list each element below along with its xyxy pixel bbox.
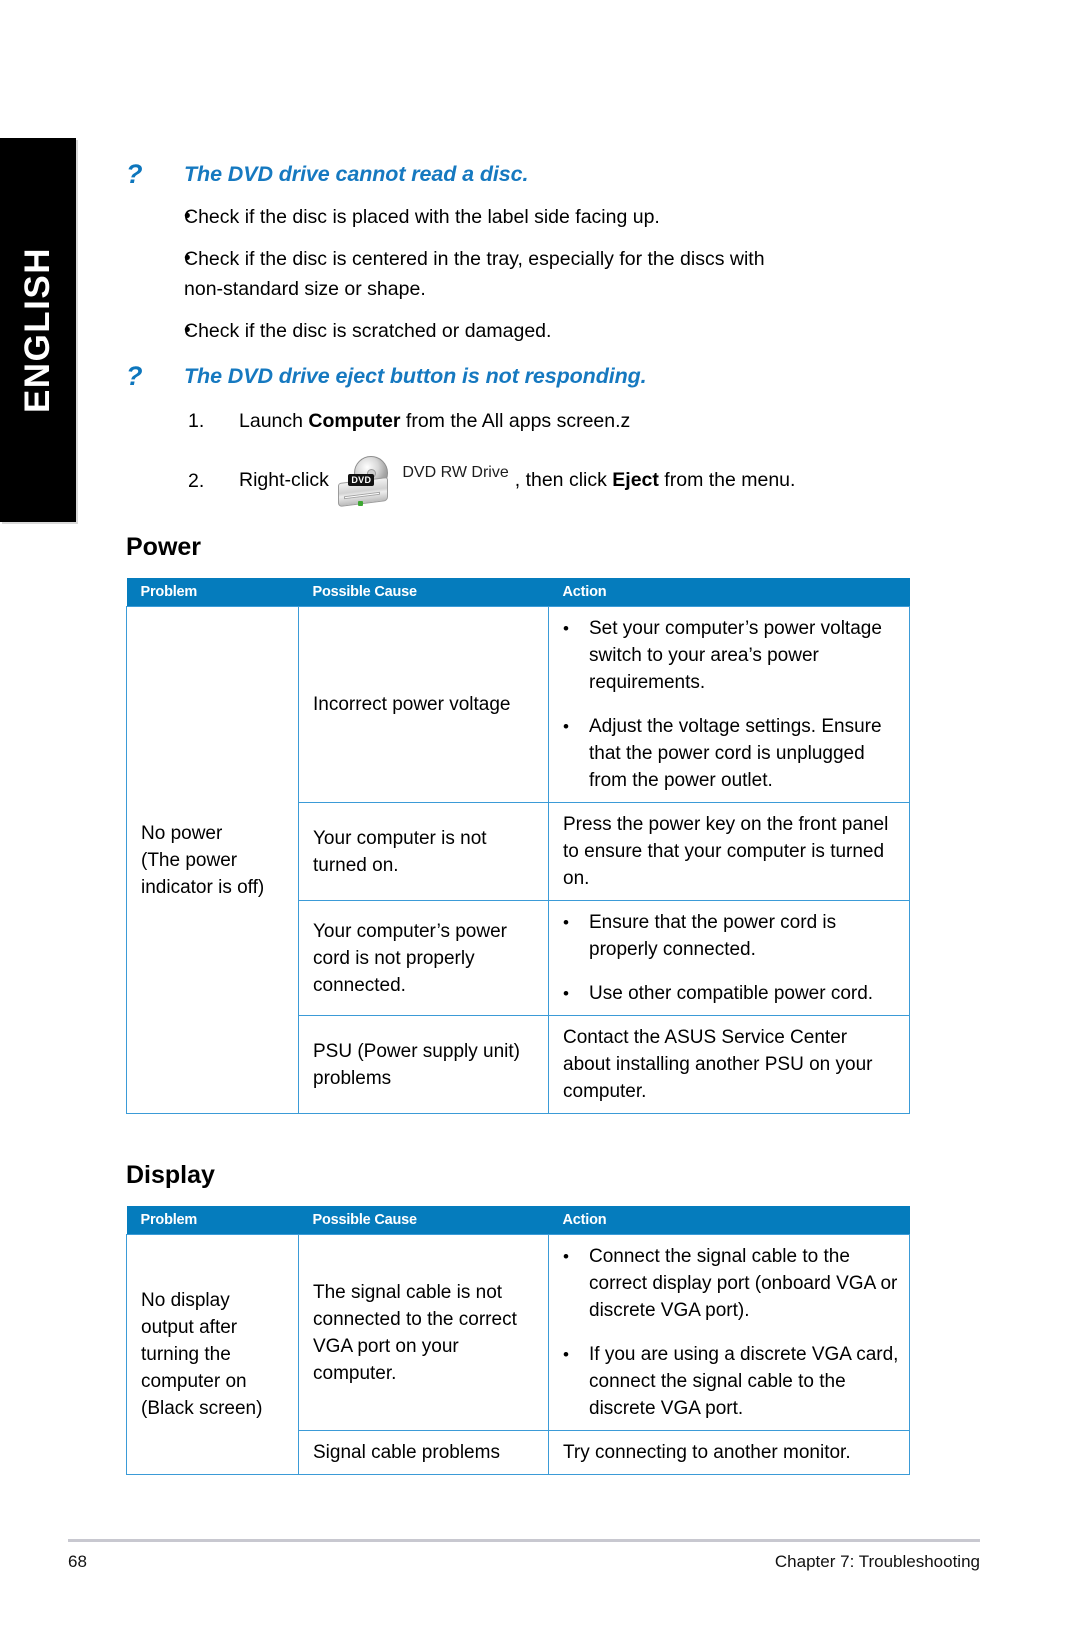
cell-cause: The signal cable is not connected to the… xyxy=(298,1234,549,1431)
column-header-problem: Problem xyxy=(126,1206,299,1235)
dvd-badge-label: DVD xyxy=(348,474,375,486)
bullet-icon: • xyxy=(563,619,569,638)
list-item-text: Ensure that the power cord is properly c… xyxy=(589,912,837,960)
column-header-action: Action xyxy=(548,1206,910,1235)
bullet-icon: • xyxy=(563,717,569,736)
cell-problem: No display output after turning the comp… xyxy=(126,1234,299,1475)
qa-step-list: 1. Launch Computer from the All apps scr… xyxy=(126,406,926,508)
qa-heading: ? The DVD drive cannot read a disc. xyxy=(126,160,926,188)
qa-title: The DVD drive eject button is not respon… xyxy=(184,364,647,388)
cell-action: • Set your computer’s power voltage switc… xyxy=(548,606,910,803)
dvd-rw-drive-icon: DVD xyxy=(336,456,398,508)
step-text-bold: Eject xyxy=(612,469,659,492)
list-item: 1. Launch Computer from the All apps scr… xyxy=(126,406,926,436)
cell-cause: Signal cable problems xyxy=(298,1430,549,1475)
cell-cause: Your computer’s power cord is not proper… xyxy=(298,900,549,1016)
step-text-before: Right-click xyxy=(239,469,335,492)
step-number: 1. xyxy=(188,410,205,432)
footer-divider xyxy=(68,1539,980,1542)
step-text: Right-click DVD DVD RW Drive, then click… xyxy=(239,456,796,508)
cell-action: Press the power key on the front panel t… xyxy=(548,802,910,901)
list-item-text: If you are using a discrete VGA card, co… xyxy=(589,1344,899,1419)
list-item: • Use other compatible power cord. xyxy=(563,980,899,1007)
table-header-row: Problem Possible Cause Action xyxy=(126,578,910,607)
bullet-icon: • xyxy=(184,320,191,341)
column-header-problem: Problem xyxy=(126,578,299,607)
language-tab-label: ENGLISH xyxy=(18,246,57,414)
drive-led-bottom xyxy=(358,501,364,506)
bullet-icon: • xyxy=(563,1247,569,1266)
cell-action: • Connect the signal cable to the correct… xyxy=(548,1234,910,1431)
step-text: Launch Computer from the All apps screen… xyxy=(239,406,630,436)
list-item-text: Set your computer’s power voltage switch… xyxy=(589,618,882,693)
list-item: 2. Right-click DVD DVD RW Drive, then cl… xyxy=(126,456,926,508)
bullet-icon: • xyxy=(184,248,191,269)
list-item: • Check if the disc is placed with the l… xyxy=(126,202,926,232)
step-text-after: from the All apps screen.z xyxy=(400,410,631,432)
cell-cause: Incorrect power voltage xyxy=(298,606,549,803)
question-mark-icon: ? xyxy=(126,159,143,189)
list-item: • Check if the disc is centered in the t… xyxy=(126,244,926,304)
cell-cause: Your computer is not turned on. xyxy=(298,802,549,901)
qa-block-dvd-read: ? The DVD drive cannot read a disc. • Ch… xyxy=(126,160,926,346)
list-item: • Check if the disc is scratched or dama… xyxy=(126,316,926,346)
table-row: No power (The power indicator is off) In… xyxy=(126,606,910,1114)
power-troubleshooting-table: Problem Possible Cause Action No power (… xyxy=(126,578,910,1114)
question-mark-icon: ? xyxy=(126,361,143,391)
list-item-text: Check if the disc is centered in the tra… xyxy=(184,248,765,300)
cell-action: Try connecting to another monitor. xyxy=(548,1430,910,1475)
action-bullet-list: • Ensure that the power cord is properly … xyxy=(563,909,899,1007)
list-item-text: Check if the disc is scratched or damage… xyxy=(184,320,552,342)
qa-bullet-list: • Check if the disc is placed with the l… xyxy=(126,202,926,346)
step-number: 2. xyxy=(188,470,205,492)
step-text-bold: Computer xyxy=(308,410,401,432)
column-header-possible-cause: Possible Cause xyxy=(298,1206,549,1235)
action-bullet-list: • Connect the signal cable to the correct… xyxy=(563,1243,899,1422)
list-item-text: Adjust the voltage settings. Ensure that… xyxy=(589,716,882,791)
cell-action: Contact the ASUS Service Center about in… xyxy=(548,1015,910,1114)
table-header-row: Problem Possible Cause Action xyxy=(126,1206,910,1235)
list-item: • Connect the signal cable to the correct… xyxy=(563,1243,899,1324)
dvd-rw-drive-icon-group: DVD DVD RW Drive xyxy=(336,456,512,508)
bullet-icon: • xyxy=(563,913,569,932)
language-tab: ENGLISH xyxy=(0,138,76,522)
step-text-middle: , then click xyxy=(514,469,613,492)
footer-chapter-label: Chapter 7: Troubleshooting xyxy=(774,1552,980,1571)
section-title-display: Display xyxy=(126,1161,215,1189)
column-header-action: Action xyxy=(548,578,910,607)
cell-cause: PSU (Power supply unit) problems xyxy=(298,1015,549,1114)
list-item-text: Use other compatible power cord. xyxy=(589,983,874,1004)
dvd-rw-drive-label: DVD RW Drive xyxy=(402,464,509,481)
cell-action: • Ensure that the power cord is properly … xyxy=(548,900,910,1016)
list-item: • If you are using a discrete VGA card, c… xyxy=(563,1341,899,1422)
step-text-before: Launch xyxy=(239,410,309,432)
list-item: • Set your computer’s power voltage switc… xyxy=(563,615,899,696)
qa-heading: ? The DVD drive eject button is not resp… xyxy=(126,362,926,390)
list-item: • Ensure that the power cord is properly … xyxy=(563,909,899,963)
bullet-icon: • xyxy=(184,206,191,227)
list-item-text: Connect the signal cable to the correct … xyxy=(589,1246,898,1321)
list-item: • Adjust the voltage settings. Ensure tha… xyxy=(563,713,899,794)
column-header-possible-cause: Possible Cause xyxy=(298,578,549,607)
display-troubleshooting-table: Problem Possible Cause Action No display… xyxy=(126,1206,910,1475)
qa-title: The DVD drive cannot read a disc. xyxy=(184,162,529,186)
bullet-icon: • xyxy=(563,984,569,1003)
step-text-after: from the menu. xyxy=(658,469,796,492)
qa-block-dvd-eject: ? The DVD drive eject button is not resp… xyxy=(126,362,926,508)
table-row: No display output after turning the comp… xyxy=(126,1234,910,1475)
bullet-icon: • xyxy=(563,1345,569,1364)
cell-problem: No power (The power indicator is off) xyxy=(126,606,299,1114)
list-item-text: Check if the disc is placed with the lab… xyxy=(184,206,660,228)
page-footer: 68 Chapter 7: Troubleshooting xyxy=(68,1552,980,1572)
action-bullet-list: • Set your computer’s power voltage switc… xyxy=(563,615,899,794)
page-content: ? The DVD drive cannot read a disc. • Ch… xyxy=(126,0,926,1475)
page-number: 68 xyxy=(68,1552,87,1571)
section-title-power: Power xyxy=(126,533,202,561)
